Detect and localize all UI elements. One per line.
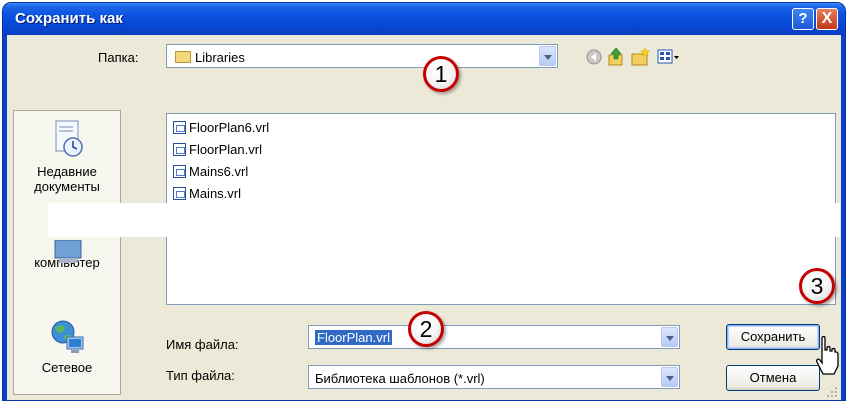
vrl-file-icon xyxy=(173,121,186,135)
cancel-button[interactable]: Отмена xyxy=(726,365,820,391)
folder-combobox[interactable]: Libraries xyxy=(166,44,558,68)
folder-value: Libraries xyxy=(195,50,245,65)
place-label-line2: документы xyxy=(34,179,100,194)
callout-2: 2 xyxy=(408,311,444,347)
filetype-value: Библиотека шаблонов (*.vrl) xyxy=(315,371,485,386)
new-folder-icon[interactable] xyxy=(631,47,651,66)
save-button[interactable]: Сохранить xyxy=(726,324,820,350)
filename-label: Имя файла: xyxy=(166,337,239,352)
list-item[interactable]: Mains6.vrl xyxy=(173,164,248,182)
dialog-toolbar xyxy=(586,47,679,66)
filetype-select[interactable]: Библиотека шаблонов (*.vrl) xyxy=(308,365,680,389)
vrl-file-icon xyxy=(173,143,186,157)
list-item[interactable]: Mains.vrl xyxy=(173,186,241,204)
filename-value: FloorPlan.vrl xyxy=(315,330,392,345)
my-computer-icon xyxy=(54,240,82,263)
recent-documents-icon xyxy=(55,120,83,157)
mouse-cursor-icon xyxy=(816,336,839,375)
place-recent-documents[interactable]: Недавние документы xyxy=(14,117,120,194)
resize-grip-icon[interactable] xyxy=(825,385,839,399)
list-item[interactable]: FloorPlan6.vrl xyxy=(173,120,269,138)
callout-1: 1 xyxy=(423,56,459,92)
up-folder-icon[interactable] xyxy=(608,47,623,66)
folder-label: Папка: xyxy=(98,50,139,65)
window-title: Сохранить как xyxy=(15,10,123,27)
help-button[interactable]: ? xyxy=(792,8,814,30)
vrl-file-icon xyxy=(173,187,186,201)
chevron-down-icon[interactable] xyxy=(661,367,678,387)
back-icon[interactable] xyxy=(586,49,602,65)
close-button[interactable]: X xyxy=(816,8,838,30)
filetype-label: Тип файла: xyxy=(166,368,235,383)
white-overlay-band xyxy=(48,203,840,237)
network-icon xyxy=(51,320,84,353)
place-label-line1: Сетевое xyxy=(41,360,93,375)
place-network[interactable]: Сетевое xyxy=(14,317,120,375)
chevron-down-icon[interactable] xyxy=(661,327,678,347)
vrl-file-icon xyxy=(173,165,186,179)
chevron-down-icon[interactable] xyxy=(539,46,556,66)
view-menu-icon[interactable] xyxy=(657,49,679,64)
place-label-line1: Недавние xyxy=(37,164,97,179)
title-bar[interactable]: Сохранить как ? X xyxy=(3,3,845,35)
list-item[interactable]: FloorPlan.vrl xyxy=(173,142,262,160)
callout-3: 3 xyxy=(799,268,835,304)
filename-input[interactable]: FloorPlan.vrl xyxy=(308,325,680,349)
folder-icon xyxy=(175,51,191,63)
